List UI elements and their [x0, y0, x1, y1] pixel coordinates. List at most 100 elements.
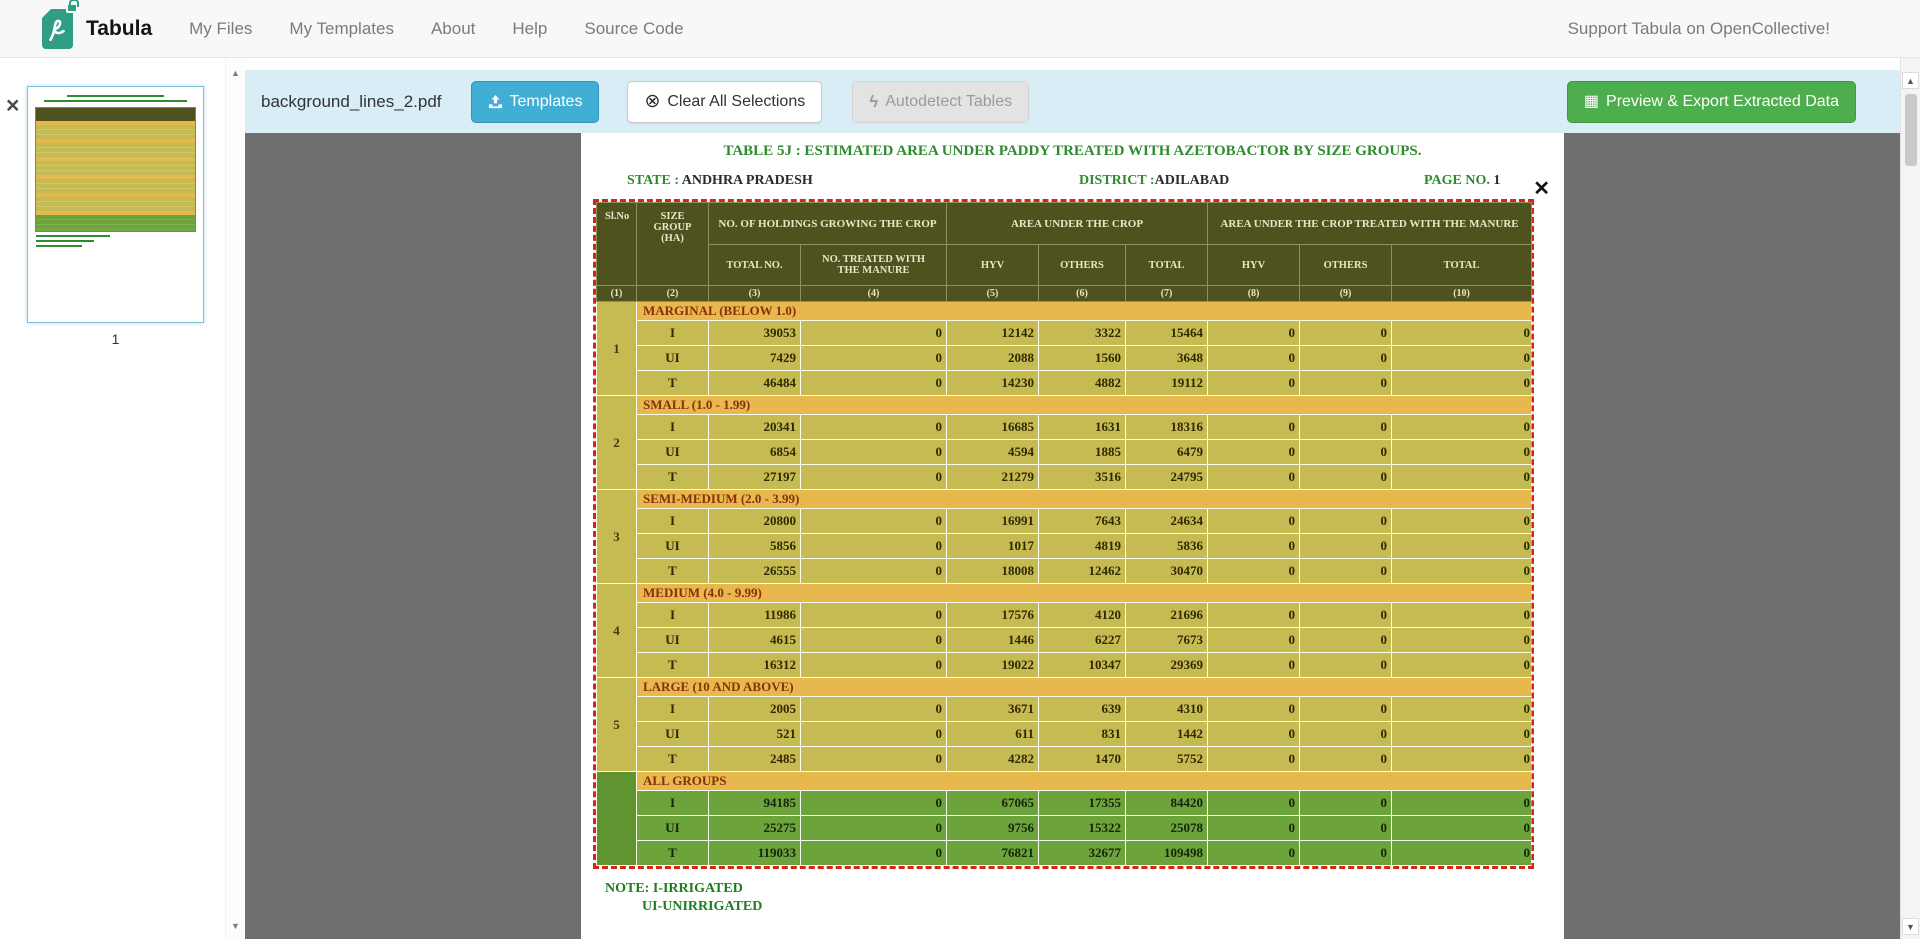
page-no-field: PAGE NO. 1: [1424, 173, 1500, 189]
support-link[interactable]: Support Tabula on OpenCollective!: [1568, 19, 1830, 39]
clear-all-selections-button[interactable]: ⊗ Clear All Selections: [627, 81, 822, 123]
page-thumbnail-sidebar: × 1: [0, 58, 225, 939]
sidebar-scrollbar[interactable]: ▲ ▼: [225, 58, 245, 939]
subheader-no-treated: NO. TREATED WITH THE MANURE: [801, 245, 947, 286]
value-cell: 0: [1208, 841, 1300, 866]
value-cell: 19112: [1126, 371, 1208, 396]
value-cell: 0: [1208, 465, 1300, 490]
remove-page-button[interactable]: ×: [6, 94, 19, 117]
district-field: DISTRICT :ADILABAD: [1079, 173, 1229, 189]
value-cell: 76821: [947, 841, 1039, 866]
subheader-total-2: TOTAL: [1392, 245, 1532, 286]
value-cell: 12462: [1039, 559, 1126, 584]
value-cell: 0: [801, 816, 947, 841]
value-cell: 0: [1392, 747, 1532, 772]
value-cell: 0: [1300, 841, 1392, 866]
subheader-hyv: HYV: [947, 245, 1039, 286]
autodetect-tables-button[interactable]: ϟ Autodetect Tables: [852, 81, 1029, 123]
value-cell: 6227: [1039, 628, 1126, 653]
value-cell: 5836: [1126, 534, 1208, 559]
slno-cell: [597, 772, 637, 866]
table-data-row: T46484014230488219112000: [597, 371, 1532, 396]
group-label-row: 4MEDIUM (4.0 - 9.99): [597, 584, 1532, 603]
value-cell: 29369: [1126, 653, 1208, 678]
value-cell: 1560: [1039, 346, 1126, 371]
value-cell: 25078: [1126, 816, 1208, 841]
col-num: (5): [947, 286, 1039, 302]
value-cell: 0: [1300, 603, 1392, 628]
value-cell: 0: [1392, 371, 1532, 396]
value-cell: 0: [801, 346, 947, 371]
value-cell: 2005: [709, 697, 801, 722]
value-cell: 0: [1300, 559, 1392, 584]
table-data-row: I20800016991764324634000: [597, 509, 1532, 534]
col-num: (4): [801, 286, 947, 302]
scroll-down-icon[interactable]: ▼: [226, 921, 245, 931]
pdf-page: TABLE 5J : ESTIMATED AREA UNDER PADDY TR…: [581, 133, 1564, 939]
brand-title[interactable]: Tabula: [86, 17, 152, 41]
value-cell: 0: [1208, 559, 1300, 584]
document-filename: background_lines_2.pdf: [261, 92, 442, 112]
document-scrollbar[interactable]: ▲ ▼: [1900, 58, 1920, 939]
value-cell: 25275: [709, 816, 801, 841]
value-cell: 0: [1208, 440, 1300, 465]
value-cell: 3322: [1039, 321, 1126, 346]
size-group-label: MARGINAL (BELOW 1.0): [637, 302, 1532, 321]
value-cell: 16991: [947, 509, 1039, 534]
preview-export-button[interactable]: ▦ Preview & Export Extracted Data: [1567, 81, 1856, 123]
value-cell: 9756: [947, 816, 1039, 841]
value-cell: 0: [801, 465, 947, 490]
slno-cell: 2: [597, 396, 637, 490]
templates-button[interactable]: Templates: [471, 81, 600, 123]
table-data-row: T24850428214705752000: [597, 747, 1532, 772]
table-data-row: I39053012142332215464000: [597, 321, 1532, 346]
value-cell: 831: [1039, 722, 1126, 747]
value-cell: 0: [1300, 321, 1392, 346]
value-cell: 0: [1300, 415, 1392, 440]
table-title: TABLE 5J : ESTIMATED AREA UNDER PADDY TR…: [581, 143, 1564, 160]
tabula-logo-icon[interactable]: [42, 9, 73, 49]
scroll-down-icon[interactable]: ▼: [1902, 918, 1919, 935]
value-cell: 0: [801, 371, 947, 396]
table-selection-box[interactable]: Sl.No SIZE GROUP (HA) NO. OF HOLDINGS GR…: [593, 199, 1534, 869]
row-type-cell: I: [637, 509, 709, 534]
scroll-up-icon[interactable]: ▲: [226, 68, 245, 78]
page-thumbnail[interactable]: [27, 86, 204, 323]
group-label-row: 1MARGINAL (BELOW 1.0): [597, 302, 1532, 321]
value-cell: 7429: [709, 346, 801, 371]
nav-item-help[interactable]: Help: [512, 19, 547, 39]
subheader-others-2: OTHERS: [1300, 245, 1392, 286]
col-num: (8): [1208, 286, 1300, 302]
nav-item-about[interactable]: About: [431, 19, 475, 39]
value-cell: 611: [947, 722, 1039, 747]
value-cell: 0: [1300, 697, 1392, 722]
note-line-1: NOTE: I-IRRIGATED: [605, 881, 1564, 897]
col-num: (3): [709, 286, 801, 302]
col-num: (10): [1392, 286, 1532, 302]
document-viewport: TABLE 5J : ESTIMATED AREA UNDER PADDY TR…: [245, 133, 1900, 939]
table-grid-icon: ▦: [1584, 94, 1599, 110]
nav-item-my-files[interactable]: My Files: [189, 19, 252, 39]
value-cell: 0: [1392, 653, 1532, 678]
value-cell: 0: [1392, 603, 1532, 628]
note-line-2: UI-UNIRRIGATED: [642, 899, 1564, 915]
value-cell: 639: [1039, 697, 1126, 722]
value-cell: 1017: [947, 534, 1039, 559]
scrollbar-thumb[interactable]: [1905, 94, 1917, 166]
value-cell: 0: [1392, 559, 1532, 584]
size-group-label: SEMI-MEDIUM (2.0 - 3.99): [637, 490, 1532, 509]
value-cell: 0: [801, 534, 947, 559]
selection-close-icon[interactable]: ✕: [1533, 179, 1550, 199]
nav-item-my-templates[interactable]: My Templates: [289, 19, 394, 39]
value-cell: 0: [1392, 440, 1532, 465]
value-cell: 1631: [1039, 415, 1126, 440]
row-type-cell: T: [637, 559, 709, 584]
value-cell: 0: [1300, 371, 1392, 396]
nav-item-source-code[interactable]: Source Code: [584, 19, 683, 39]
row-type-cell: UI: [637, 722, 709, 747]
table-data-row: T11903307682132677109498000: [597, 841, 1532, 866]
slno-cell: 5: [597, 678, 637, 772]
scroll-up-icon[interactable]: ▲: [1902, 72, 1919, 89]
header-size-group: SIZE GROUP (HA): [637, 203, 709, 286]
row-type-cell: T: [637, 841, 709, 866]
